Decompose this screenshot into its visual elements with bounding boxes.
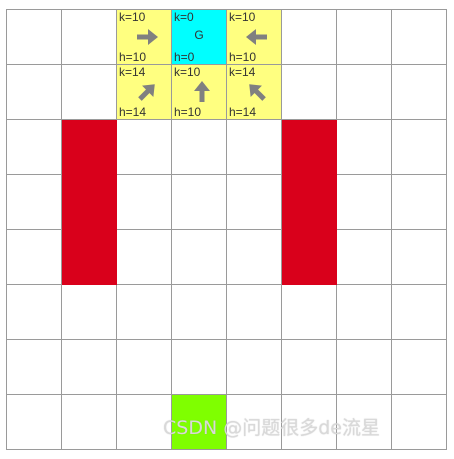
grid-cell [227,340,282,395]
open-node: k=14 h=14 [227,65,282,120]
h-value: h=10 [229,50,257,64]
grid-cell [227,230,282,285]
up-left-arrow-icon [244,79,270,105]
up-right-arrow-icon [134,79,160,105]
k-value: k=14 [229,65,256,79]
grid-cell [62,10,117,65]
up-arrow-icon [189,79,215,105]
grid-cell [7,230,62,285]
grid-cell [117,175,172,230]
grid-diagram: k=10 h=10 k=0 h=0 Gk=10 h=10 k=14 h=14 k=10 h=10 k… [6,9,447,450]
obstacle-left [62,120,117,285]
grid-cell [62,395,117,450]
grid-cell [337,10,392,65]
grid-cell [282,285,337,340]
h-value: h=0 [174,50,195,64]
k-value: k=14 [119,65,146,79]
grid-cell [392,10,447,65]
grid-cell [117,120,172,175]
grid-cell [7,340,62,395]
grid-cell [62,65,117,120]
grid-cell [172,340,227,395]
open-node: k=10 h=10 [117,10,172,65]
grid-cell [172,230,227,285]
grid-cell [7,120,62,175]
grid-cell [7,175,62,230]
grid-cell [392,175,447,230]
goal-label: G [194,28,204,42]
open-node: k=14 h=14 [117,65,172,120]
grid-cell [337,340,392,395]
grid-cell [337,230,392,285]
grid-cell [282,65,337,120]
grid-cell [337,120,392,175]
left-arrow-icon [244,24,270,50]
k-value: k=0 [174,10,194,24]
grid-cell [62,340,117,395]
k-value: k=10 [119,10,146,24]
grid-cell [282,10,337,65]
grid-cell [7,10,62,65]
watermark: CSDN @问题很多de流星 [163,417,380,439]
grid-cell [117,340,172,395]
grid-cell [172,175,227,230]
h-value: h=10 [119,50,147,64]
grid-cell [282,340,337,395]
grid-cell [227,120,282,175]
h-value: h=14 [229,105,257,119]
grid-cell [7,285,62,340]
grid-cell [227,175,282,230]
grid-cell [172,120,227,175]
grid-cell [392,65,447,120]
k-value: k=10 [174,65,201,79]
right-arrow-icon [134,24,160,50]
grid-cell [392,230,447,285]
open-node: k=10 h=10 [172,65,227,120]
grid-cell [392,285,447,340]
grid-cell [337,285,392,340]
goal-node: k=0 h=0 G [172,10,227,65]
grid-cell [62,285,117,340]
h-value: h=10 [174,105,202,119]
grid-cell [117,230,172,285]
grid-cell [392,120,447,175]
grid-cell [117,285,172,340]
grid-cell [337,175,392,230]
grid-cell [227,285,282,340]
open-node: k=10 h=10 [227,10,282,65]
grid-cell [392,340,447,395]
map-grid: k=10 h=10 k=0 h=0 Gk=10 h=10 k=14 h=14 k=10 h=10 k… [6,9,447,450]
k-value: k=10 [229,10,256,24]
grid-cell [7,65,62,120]
grid-cell [172,285,227,340]
grid-cell [337,65,392,120]
obstacle-right [282,120,337,285]
h-value: h=14 [119,105,147,119]
grid-cell [7,395,62,450]
grid-cell [392,395,447,450]
